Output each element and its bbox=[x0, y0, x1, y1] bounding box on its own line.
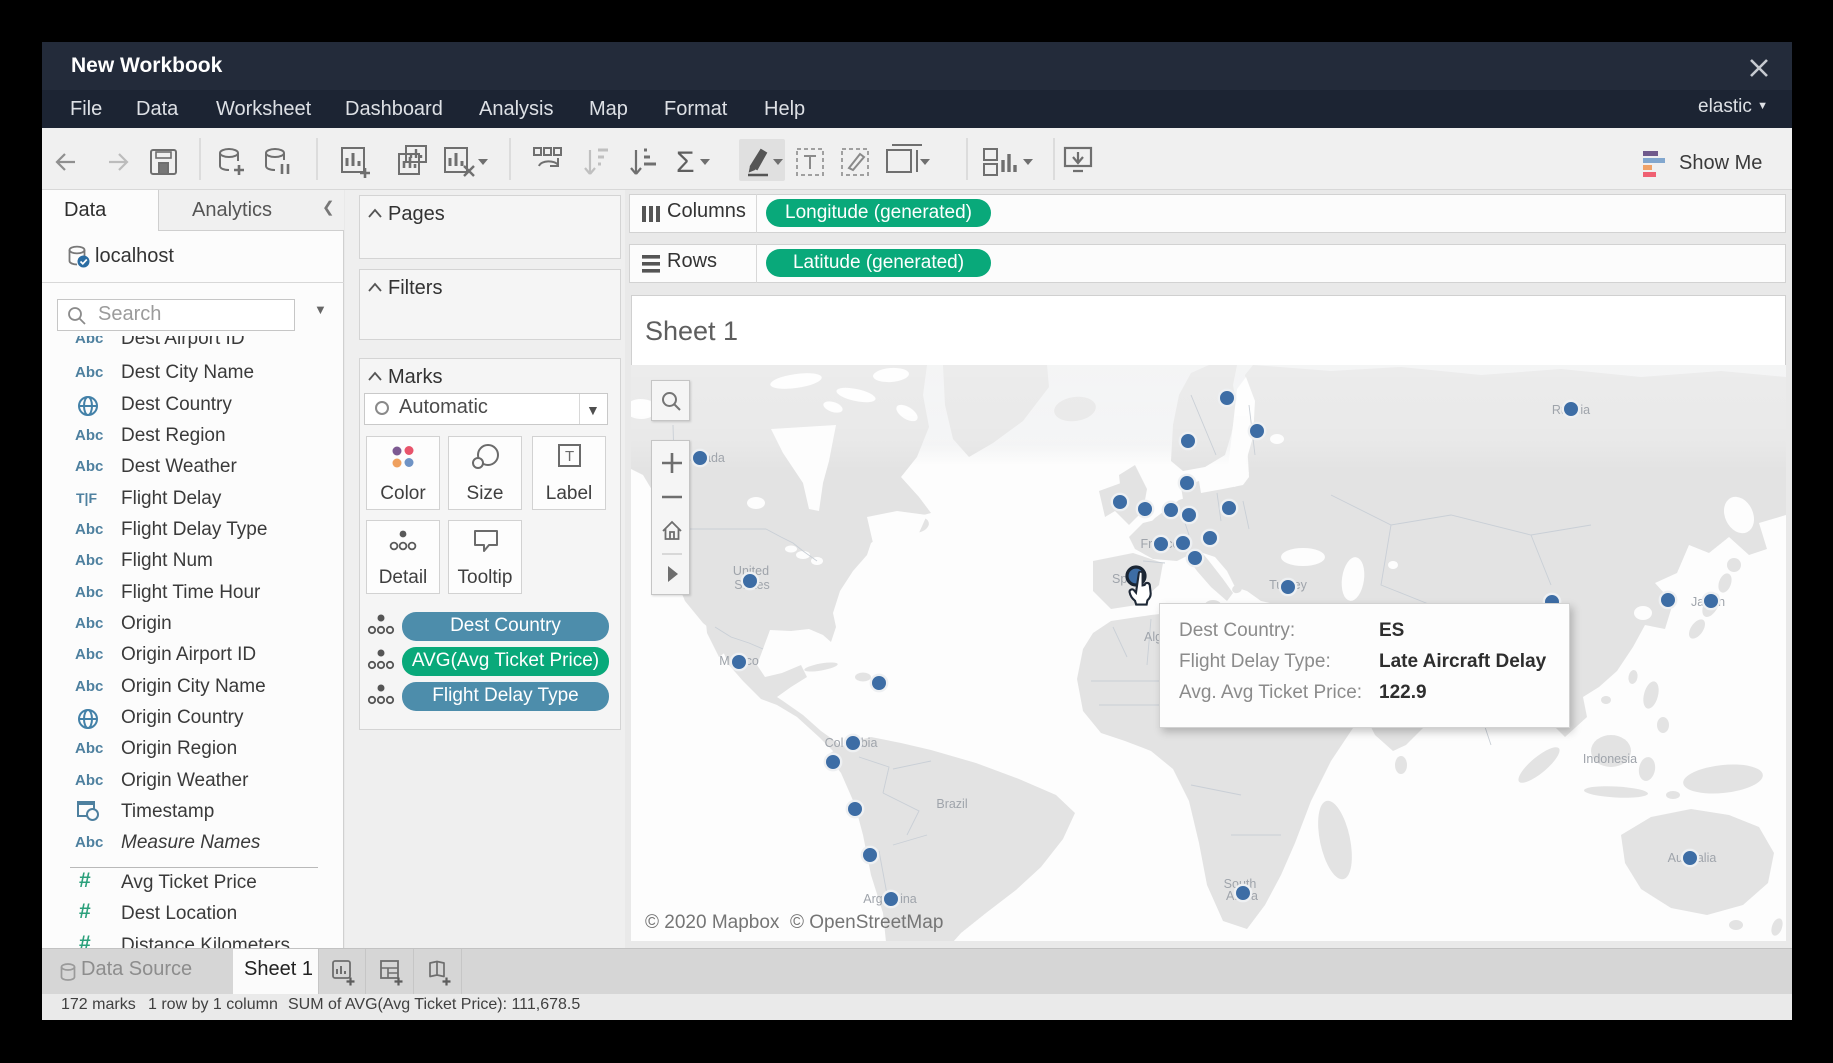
svg-text:Σ: Σ bbox=[676, 146, 695, 179]
svg-text:Show Me: Show Me bbox=[1679, 152, 1762, 174]
svg-text:Indonesia: Indonesia bbox=[1583, 752, 1637, 766]
svg-text:T: T bbox=[565, 448, 574, 465]
svg-text:Brazil: Brazil bbox=[936, 797, 967, 811]
